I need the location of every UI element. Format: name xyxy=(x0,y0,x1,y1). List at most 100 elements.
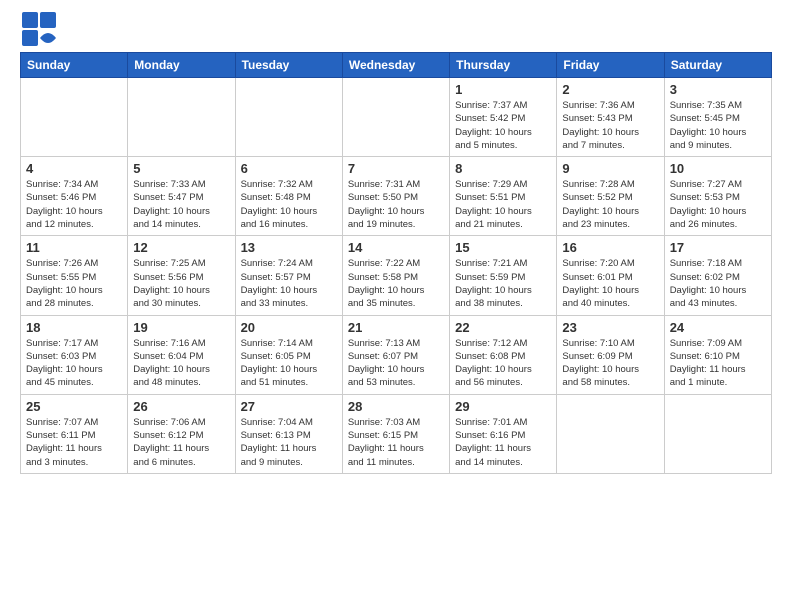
day-info: Sunrise: 7:04 AM Sunset: 6:13 PM Dayligh… xyxy=(241,416,337,469)
calendar-cell: 14 Sunrise: 7:22 AM Sunset: 5:58 PM Dayli… xyxy=(342,236,449,315)
calendar-cell: 8 Sunrise: 7:29 AM Sunset: 5:51 PM Daylig… xyxy=(450,157,557,236)
calendar-cell: 21 Sunrise: 7:13 AM Sunset: 6:07 PM Dayli… xyxy=(342,315,449,394)
day-number: 25 xyxy=(26,399,122,414)
calendar-day-header: Saturday xyxy=(664,53,771,78)
day-info: Sunrise: 7:07 AM Sunset: 6:11 PM Dayligh… xyxy=(26,416,122,469)
day-info: Sunrise: 7:32 AM Sunset: 5:48 PM Dayligh… xyxy=(241,178,337,231)
calendar-week-row: 18Sunrise: 7:17 AM Sunset: 6:03 PM Dayli… xyxy=(21,315,772,394)
day-number: 8 xyxy=(455,161,551,176)
day-info: Sunrise: 7:37 AM Sunset: 5:42 PM Dayligh… xyxy=(455,99,551,152)
day-info: Sunrise: 7:13 AM Sunset: 6:07 PM Dayligh… xyxy=(348,337,444,390)
day-number: 23 xyxy=(562,320,658,335)
day-info: Sunrise: 7:18 AM Sunset: 6:02 PM Dayligh… xyxy=(670,257,766,310)
day-number: 4 xyxy=(26,161,122,176)
calendar-cell: 26Sunrise: 7:06 AM Sunset: 6:12 PM Dayli… xyxy=(128,394,235,473)
calendar-cell xyxy=(21,78,128,157)
day-number: 13 xyxy=(241,240,337,255)
calendar-cell: 22 Sunrise: 7:12 AM Sunset: 6:08 PM Dayli… xyxy=(450,315,557,394)
calendar-cell: 28 Sunrise: 7:03 AM Sunset: 6:15 PM Dayli… xyxy=(342,394,449,473)
day-info: Sunrise: 7:36 AM Sunset: 5:43 PM Dayligh… xyxy=(562,99,658,152)
calendar-cell xyxy=(342,78,449,157)
calendar-cell: 7 Sunrise: 7:31 AM Sunset: 5:50 PM Daylig… xyxy=(342,157,449,236)
day-info: Sunrise: 7:28 AM Sunset: 5:52 PM Dayligh… xyxy=(562,178,658,231)
day-number: 27 xyxy=(241,399,337,414)
calendar-day-header: Monday xyxy=(128,53,235,78)
day-info: Sunrise: 7:14 AM Sunset: 6:05 PM Dayligh… xyxy=(241,337,337,390)
page-header xyxy=(0,0,792,52)
calendar-week-row: 1 Sunrise: 7:37 AM Sunset: 5:42 PM Daylig… xyxy=(21,78,772,157)
calendar-wrapper: SundayMondayTuesdayWednesdayThursdayFrid… xyxy=(0,52,792,480)
day-info: Sunrise: 7:10 AM Sunset: 6:09 PM Dayligh… xyxy=(562,337,658,390)
day-info: Sunrise: 7:22 AM Sunset: 5:58 PM Dayligh… xyxy=(348,257,444,310)
day-number: 24 xyxy=(670,320,766,335)
calendar-cell: 9 Sunrise: 7:28 AM Sunset: 5:52 PM Daylig… xyxy=(557,157,664,236)
day-info: Sunrise: 7:29 AM Sunset: 5:51 PM Dayligh… xyxy=(455,178,551,231)
calendar-day-header: Sunday xyxy=(21,53,128,78)
day-info: Sunrise: 7:31 AM Sunset: 5:50 PM Dayligh… xyxy=(348,178,444,231)
calendar-day-header: Thursday xyxy=(450,53,557,78)
day-info: Sunrise: 7:20 AM Sunset: 6:01 PM Dayligh… xyxy=(562,257,658,310)
day-info: Sunrise: 7:16 AM Sunset: 6:04 PM Dayligh… xyxy=(133,337,229,390)
calendar-cell: 15 Sunrise: 7:21 AM Sunset: 5:59 PM Dayli… xyxy=(450,236,557,315)
calendar-table: SundayMondayTuesdayWednesdayThursdayFrid… xyxy=(20,52,772,474)
day-info: Sunrise: 7:27 AM Sunset: 5:53 PM Dayligh… xyxy=(670,178,766,231)
calendar-cell: 1 Sunrise: 7:37 AM Sunset: 5:42 PM Daylig… xyxy=(450,78,557,157)
day-number: 6 xyxy=(241,161,337,176)
calendar-cell: 18Sunrise: 7:17 AM Sunset: 6:03 PM Dayli… xyxy=(21,315,128,394)
day-number: 11 xyxy=(26,240,122,255)
calendar-cell: 24 Sunrise: 7:09 AM Sunset: 6:10 PM Dayli… xyxy=(664,315,771,394)
day-info: Sunrise: 7:26 AM Sunset: 5:55 PM Dayligh… xyxy=(26,257,122,310)
calendar-cell: 17 Sunrise: 7:18 AM Sunset: 6:02 PM Dayli… xyxy=(664,236,771,315)
day-info: Sunrise: 7:21 AM Sunset: 5:59 PM Dayligh… xyxy=(455,257,551,310)
day-number: 10 xyxy=(670,161,766,176)
day-info: Sunrise: 7:33 AM Sunset: 5:47 PM Dayligh… xyxy=(133,178,229,231)
calendar-day-header: Wednesday xyxy=(342,53,449,78)
calendar-day-header: Tuesday xyxy=(235,53,342,78)
logo-icon xyxy=(20,10,58,48)
day-number: 5 xyxy=(133,161,229,176)
day-info: Sunrise: 7:09 AM Sunset: 6:10 PM Dayligh… xyxy=(670,337,766,390)
day-number: 19 xyxy=(133,320,229,335)
day-number: 22 xyxy=(455,320,551,335)
day-number: 16 xyxy=(562,240,658,255)
day-number: 2 xyxy=(562,82,658,97)
calendar-cell: 2 Sunrise: 7:36 AM Sunset: 5:43 PM Daylig… xyxy=(557,78,664,157)
day-info: Sunrise: 7:34 AM Sunset: 5:46 PM Dayligh… xyxy=(26,178,122,231)
day-number: 7 xyxy=(348,161,444,176)
day-number: 29 xyxy=(455,399,551,414)
calendar-week-row: 4 Sunrise: 7:34 AM Sunset: 5:46 PM Daylig… xyxy=(21,157,772,236)
day-number: 9 xyxy=(562,161,658,176)
calendar-cell: 10 Sunrise: 7:27 AM Sunset: 5:53 PM Dayli… xyxy=(664,157,771,236)
calendar-cell xyxy=(235,78,342,157)
logo xyxy=(20,10,62,48)
calendar-cell: 23 Sunrise: 7:10 AM Sunset: 6:09 PM Dayli… xyxy=(557,315,664,394)
day-info: Sunrise: 7:24 AM Sunset: 5:57 PM Dayligh… xyxy=(241,257,337,310)
day-info: Sunrise: 7:25 AM Sunset: 5:56 PM Dayligh… xyxy=(133,257,229,310)
day-number: 28 xyxy=(348,399,444,414)
calendar-cell: 12 Sunrise: 7:25 AM Sunset: 5:56 PM Dayli… xyxy=(128,236,235,315)
day-number: 1 xyxy=(455,82,551,97)
calendar-cell xyxy=(557,394,664,473)
day-info: Sunrise: 7:01 AM Sunset: 6:16 PM Dayligh… xyxy=(455,416,551,469)
day-number: 20 xyxy=(241,320,337,335)
day-number: 17 xyxy=(670,240,766,255)
calendar-cell: 27 Sunrise: 7:04 AM Sunset: 6:13 PM Dayli… xyxy=(235,394,342,473)
day-info: Sunrise: 7:03 AM Sunset: 6:15 PM Dayligh… xyxy=(348,416,444,469)
calendar-cell: 4 Sunrise: 7:34 AM Sunset: 5:46 PM Daylig… xyxy=(21,157,128,236)
calendar-cell: 11 Sunrise: 7:26 AM Sunset: 5:55 PM Dayli… xyxy=(21,236,128,315)
day-number: 15 xyxy=(455,240,551,255)
day-number: 12 xyxy=(133,240,229,255)
day-number: 26 xyxy=(133,399,229,414)
calendar-cell: 13 Sunrise: 7:24 AM Sunset: 5:57 PM Dayli… xyxy=(235,236,342,315)
day-number: 18 xyxy=(26,320,122,335)
day-number: 14 xyxy=(348,240,444,255)
day-info: Sunrise: 7:12 AM Sunset: 6:08 PM Dayligh… xyxy=(455,337,551,390)
day-number: 3 xyxy=(670,82,766,97)
calendar-day-header: Friday xyxy=(557,53,664,78)
calendar-cell: 29 Sunrise: 7:01 AM Sunset: 6:16 PM Dayli… xyxy=(450,394,557,473)
calendar-cell xyxy=(128,78,235,157)
calendar-cell: 25 Sunrise: 7:07 AM Sunset: 6:11 PM Dayli… xyxy=(21,394,128,473)
calendar-week-row: 11 Sunrise: 7:26 AM Sunset: 5:55 PM Dayli… xyxy=(21,236,772,315)
calendar-header-row: SundayMondayTuesdayWednesdayThursdayFrid… xyxy=(21,53,772,78)
day-number: 21 xyxy=(348,320,444,335)
